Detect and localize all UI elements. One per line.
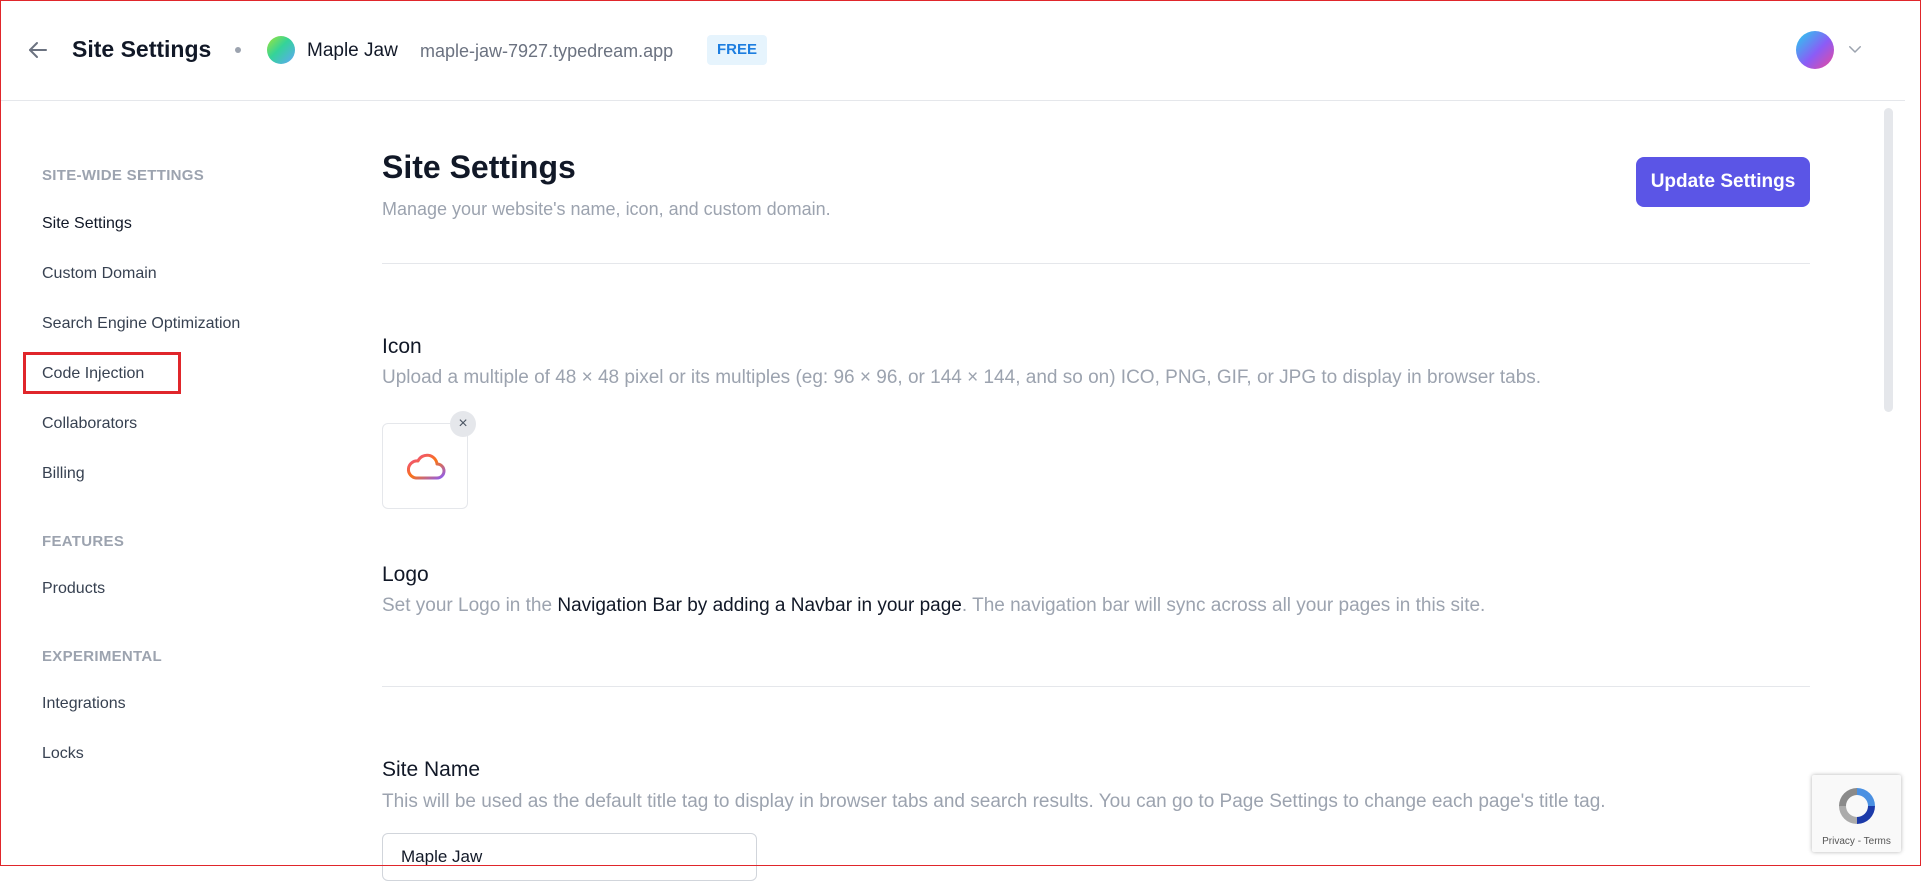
site-name: Maple Jaw	[307, 40, 398, 61]
site-name-section-title: Site Name	[382, 758, 481, 781]
recaptcha-links[interactable]: Privacy - Terms	[1812, 836, 1901, 847]
sidebar-heading-experimental: EXPERIMENTAL	[42, 648, 162, 665]
chevron-down-icon[interactable]	[1846, 40, 1864, 58]
update-settings-button[interactable]: Update Settings	[1636, 157, 1810, 207]
top-header: Site Settings Maple Jaw maple-jaw-7927.t…	[0, 0, 1905, 101]
site-icon-preview[interactable]	[382, 423, 468, 509]
icon-section-description: Upload a multiple of 48 × 48 pixel or it…	[382, 367, 1542, 388]
highlight-box	[23, 352, 181, 394]
sidebar-item-seo[interactable]: Search Engine Optimization	[42, 315, 240, 333]
sidebar-heading-features: FEATURES	[42, 533, 125, 550]
sidebar-item-products[interactable]: Products	[42, 580, 105, 598]
icon-section-title: Icon	[382, 335, 422, 358]
plan-badge: FREE	[707, 35, 768, 65]
sidebar-item-locks[interactable]: Locks	[42, 745, 84, 763]
logo-desc-suffix: . The navigation bar will sync across al…	[961, 595, 1486, 616]
scrollbar-thumb[interactable]	[1884, 108, 1893, 412]
site-url[interactable]: maple-jaw-7927.typedream.app	[420, 41, 673, 62]
site-name-section-description: This will be used as the default title t…	[382, 791, 1606, 812]
navbar-link[interactable]: Navigation Bar by adding a Navbar in you…	[557, 595, 962, 616]
remove-icon-button[interactable]: ×	[450, 411, 476, 437]
logo-section-title: Logo	[382, 563, 429, 586]
sidebar-heading-site-wide: SITE-WIDE SETTINGS	[42, 167, 205, 184]
page-title: Site Settings	[382, 149, 576, 185]
separator-dot	[235, 47, 241, 53]
sidebar-item-billing[interactable]: Billing	[42, 465, 85, 483]
cloud-icon	[407, 453, 446, 480]
sidebar-item-custom-domain[interactable]: Custom Domain	[42, 265, 157, 283]
sidebar-item-site-settings[interactable]: Site Settings	[42, 215, 132, 233]
user-avatar[interactable]	[1796, 31, 1834, 69]
site-name-input[interactable]	[382, 833, 757, 881]
logo-section-description: Set your Logo in the Navigation Bar by a…	[382, 595, 1485, 617]
site-avatar	[267, 36, 295, 64]
page-subtitle: Manage your website's name, icon, and cu…	[382, 199, 831, 219]
settings-sidebar: SITE-WIDE SETTINGS Site Settings Custom …	[0, 101, 340, 866]
main-content: Site Settings Manage your website's name…	[382, 101, 1812, 881]
logo-desc-prefix: Set your Logo in the	[382, 595, 558, 616]
sidebar-item-integrations[interactable]: Integrations	[42, 695, 126, 713]
recaptcha-icon	[1839, 788, 1875, 824]
divider	[382, 686, 1810, 687]
sidebar-item-collaborators[interactable]: Collaborators	[42, 415, 137, 433]
divider	[382, 263, 1810, 264]
recaptcha-badge[interactable]: Privacy - Terms	[1812, 775, 1901, 852]
header-title: Site Settings	[72, 36, 212, 62]
back-arrow-icon[interactable]	[26, 38, 50, 62]
